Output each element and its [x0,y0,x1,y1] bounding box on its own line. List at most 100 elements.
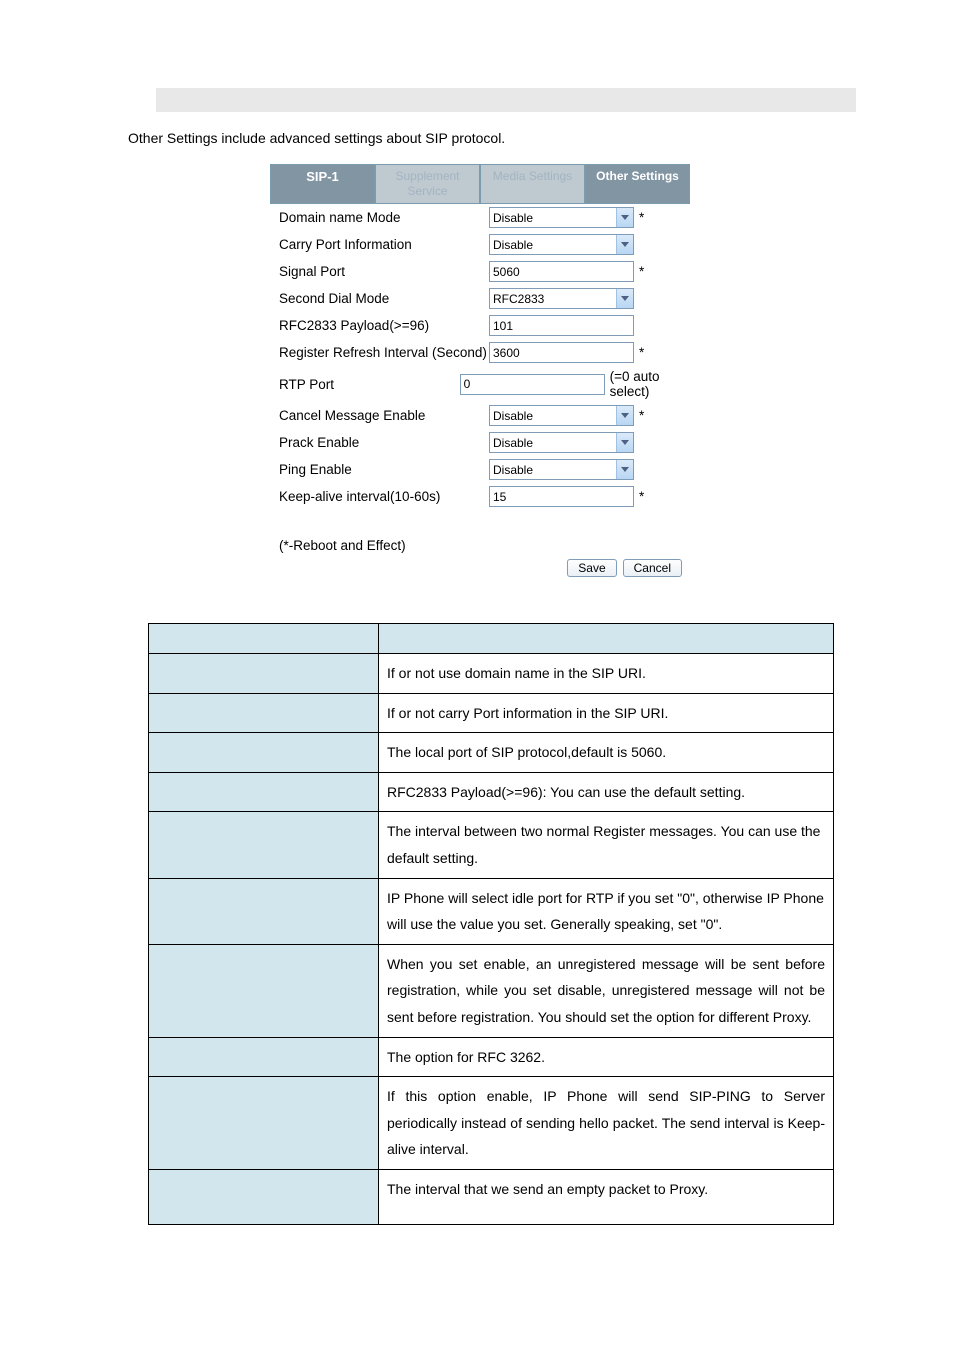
select-value: Disable [490,211,616,225]
tab-bar: SIP-1 Supplement Service Media Settings … [270,164,690,204]
field-label: Keep-alive interval(10-60s) [279,489,489,504]
form-row-register-refresh: Register Refresh Interval (Second) * [271,339,690,366]
tab-label: Other Settings [596,169,679,183]
form-row-carry-port-info: Carry Port Information Disable [271,231,690,258]
select-value: Disable [490,436,616,450]
form-body: Domain name Mode Disable * Carry Port In… [270,204,690,577]
table-row: If this option enable, IP Phone will sen… [149,1077,834,1170]
table-cell-desc: If or not use domain name in the SIP URI… [379,654,834,694]
field-label: Cancel Message Enable [279,408,489,423]
table-cell-name [149,733,379,773]
tab-label: Supplement Service [395,169,459,198]
table-row: The local port of SIP protocol,default i… [149,733,834,773]
table-cell-name [149,772,379,812]
table-row: When you set enable, an unregistered mes… [149,944,834,1037]
field-note: * [639,264,644,279]
table-row: The interval that we send an empty packe… [149,1169,834,1224]
table-row: RFC2833 Payload(>=96): You can use the d… [149,772,834,812]
table-cell-desc: The local port of SIP protocol,default i… [379,733,834,773]
table-row: If or not use domain name in the SIP URI… [149,654,834,694]
table-cell-desc: IP Phone will select idle port for RTP i… [379,878,834,944]
form-row-cancel-message: Cancel Message Enable Disable * [271,402,690,429]
select-value: RFC2833 [490,292,616,306]
tab-other-settings[interactable]: Other Settings [585,164,690,204]
rfc2833-payload-input[interactable] [489,315,634,336]
table-header-name [149,624,379,654]
field-label: Register Refresh Interval (Second) [279,345,489,360]
table-row: If or not carry Port information in the … [149,693,834,733]
field-label: Signal Port [279,264,489,279]
cancel-button[interactable]: Cancel [623,559,682,577]
form-row-keepalive-interval: Keep-alive interval(10-60s) * [271,483,690,510]
button-row: Save Cancel [271,559,682,577]
tab-label: Media Settings [493,169,572,183]
form-row-signal-port: Signal Port * [271,258,690,285]
domain-name-mode-select[interactable]: Disable [489,207,634,228]
cancel-message-select[interactable]: Disable [489,405,634,426]
form-row-rfc2833-payload: RFC2833 Payload(>=96) [271,312,690,339]
select-value: Disable [490,463,616,477]
field-label: RTP Port [279,377,460,392]
description-table: If or not use domain name in the SIP URI… [148,623,834,1225]
settings-panel: SIP-1 Supplement Service Media Settings … [270,164,690,577]
chevron-down-icon [616,433,633,452]
select-value: Disable [490,409,616,423]
table-cell-name [149,944,379,1037]
register-refresh-input[interactable] [489,342,634,363]
prack-enable-select[interactable]: Disable [489,432,634,453]
table-cell-name [149,654,379,694]
second-dial-mode-select[interactable]: RFC2833 [489,288,634,309]
field-note: * [639,210,644,225]
form-row-domain-name-mode: Domain name Mode Disable * [271,204,690,231]
table-cell-desc: If or not carry Port information in the … [379,693,834,733]
carry-port-info-select[interactable]: Disable [489,234,634,255]
table-cell-desc: RFC2833 Payload(>=96): You can use the d… [379,772,834,812]
table-cell-desc: The interval that we send an empty packe… [379,1169,834,1224]
reboot-note: (*-Reboot and Effect) [279,538,690,553]
table-row: The option for RFC 3262. [149,1037,834,1077]
field-label: Prack Enable [279,435,489,450]
table-row: The interval between two normal Register… [149,812,834,878]
field-label: Carry Port Information [279,237,489,252]
table-header-row [149,624,834,654]
rtp-port-input[interactable] [460,374,605,395]
field-note: * [639,345,644,360]
tab-media-settings[interactable]: Media Settings [480,164,585,204]
form-row-rtp-port: RTP Port (=0 auto select) [271,366,690,402]
table-cell-name [149,693,379,733]
table-cell-name [149,812,379,878]
signal-port-input[interactable] [489,261,634,282]
field-label: Second Dial Mode [279,291,489,306]
field-label: Domain name Mode [279,210,489,225]
field-note: * [639,489,644,504]
table-cell-desc: The option for RFC 3262. [379,1037,834,1077]
keepalive-interval-input[interactable] [489,486,634,507]
form-row-prack-enable: Prack Enable Disable [271,429,690,456]
field-note: (=0 auto select) [610,369,690,399]
table-cell-name [149,1169,379,1224]
table-cell-name [149,1037,379,1077]
chevron-down-icon [616,208,633,227]
tab-sip1[interactable]: SIP-1 [270,164,375,204]
ping-enable-select[interactable]: Disable [489,459,634,480]
tab-label: SIP-1 [306,169,339,184]
table-row: IP Phone will select idle port for RTP i… [149,878,834,944]
chevron-down-icon [616,235,633,254]
intro-text: Other Settings include advanced settings… [128,130,954,146]
table-cell-desc: When you set enable, an unregistered mes… [379,944,834,1037]
table-cell-desc: If this option enable, IP Phone will sen… [379,1077,834,1170]
select-value: Disable [490,238,616,252]
form-row-second-dial-mode: Second Dial Mode RFC2833 [271,285,690,312]
table-header-desc [379,624,834,654]
save-button[interactable]: Save [567,559,616,577]
table-cell-name [149,878,379,944]
field-note: * [639,408,644,423]
field-label: Ping Enable [279,462,489,477]
table-cell-desc: The interval between two normal Register… [379,812,834,878]
tab-supplement-service[interactable]: Supplement Service [375,164,480,204]
chevron-down-icon [616,460,633,479]
section-header [156,88,856,112]
form-row-ping-enable: Ping Enable Disable [271,456,690,483]
chevron-down-icon [616,406,633,425]
field-label: RFC2833 Payload(>=96) [279,318,489,333]
